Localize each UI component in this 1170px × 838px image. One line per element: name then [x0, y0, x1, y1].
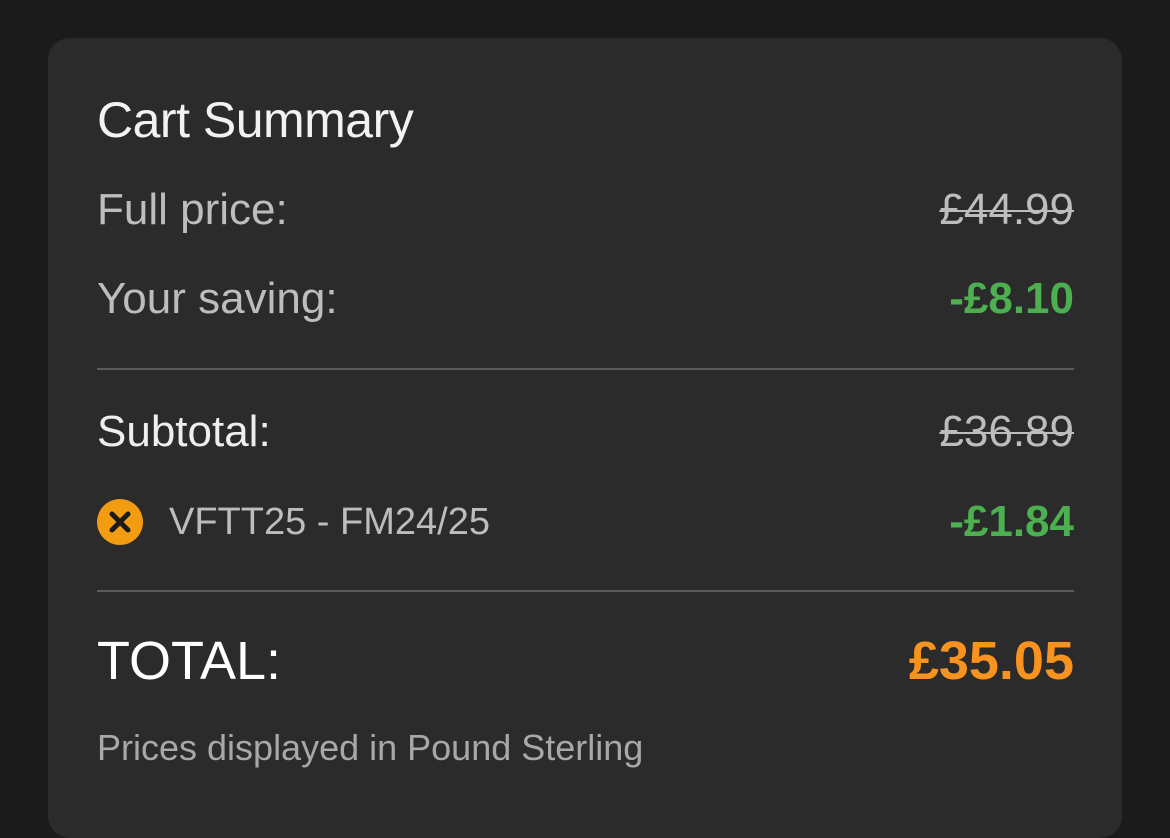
coupon-code: VFTT25 - FM24/25 — [169, 501, 490, 543]
cart-summary-title: Cart Summary — [97, 92, 414, 148]
total-value: £35.05 — [908, 631, 1074, 691]
divider — [97, 368, 1074, 370]
coupon-discount-value: -£1.84 — [949, 497, 1074, 546]
currency-note: Prices displayed in Pound Sterling — [97, 727, 644, 768]
divider — [97, 590, 1074, 592]
subtotal-label: Subtotal: — [97, 407, 271, 456]
total-row: TOTAL: £35.05 — [97, 626, 1074, 696]
full-price-value: £44.99 — [939, 185, 1074, 234]
saving-label: Your saving: — [97, 274, 338, 323]
remove-coupon-icon[interactable] — [97, 499, 143, 545]
saving-value: -£8.10 — [949, 274, 1074, 323]
saving-row: Your saving: -£8.10 — [97, 269, 1074, 329]
full-price-label: Full price: — [97, 185, 288, 234]
cart-summary-card: Cart Summary Full price: £44.99 Your sav… — [48, 38, 1122, 838]
coupon-row: VFTT25 - FM24/25 -£1.84 — [97, 492, 1074, 552]
subtotal-row: Subtotal: £36.89 — [97, 402, 1074, 462]
subtotal-value: £36.89 — [939, 407, 1074, 456]
full-price-row: Full price: £44.99 — [97, 180, 1074, 240]
total-label: TOTAL: — [97, 631, 282, 691]
